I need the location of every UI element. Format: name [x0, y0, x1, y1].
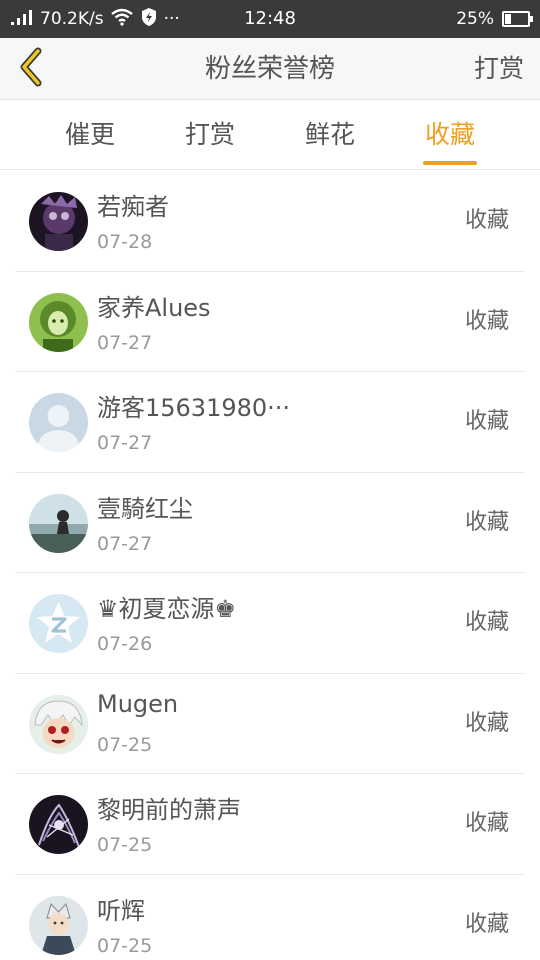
fan-date: 07-25: [97, 834, 153, 856]
fan-list: 若痴者 07-28 收藏 家养Alues 07-27 收藏 游客15631980…: [0, 171, 540, 960]
list-item[interactable]: Mugen 07-25 收藏: [15, 674, 525, 774]
fan-name: ♛初夏恋源♚: [97, 595, 237, 623]
list-item[interactable]: ♛初夏恋源♚ 07-26 收藏: [15, 573, 525, 674]
list-item[interactable]: 若痴者 07-28 收藏: [15, 171, 525, 272]
tab-collect[interactable]: 收藏: [390, 100, 510, 170]
fan-action: 收藏: [464, 409, 509, 434]
list-item[interactable]: 家养Alues 07-27 收藏: [15, 272, 525, 372]
fan-name: 壹騎红尘: [97, 494, 193, 523]
page-title: 粉丝荣誉榜: [204, 54, 335, 84]
fan-action: 收藏: [464, 811, 509, 836]
fan-name: 黎明前的萧声: [97, 796, 241, 824]
avatar: [29, 192, 88, 251]
fan-date: 07-27: [97, 432, 153, 454]
fan-date: 07-26: [97, 633, 153, 655]
tab-urge[interactable]: 催更: [30, 100, 150, 170]
avatar: [29, 694, 88, 754]
active-tab-indicator: [423, 161, 477, 165]
tab-label: 鲜花: [304, 120, 355, 149]
app-header: 粉丝荣誉榜 打赏: [0, 38, 540, 100]
fan-action: 收藏: [464, 911, 509, 937]
fan-date: 07-28: [97, 231, 153, 253]
fan-name: 听辉: [97, 896, 145, 925]
tab-label: 催更: [64, 120, 115, 149]
list-item[interactable]: 壹騎红尘 07-27 收藏: [15, 473, 525, 573]
avatar: [29, 393, 88, 452]
list-item[interactable]: 听辉 07-25 收藏: [15, 875, 525, 960]
list-item[interactable]: 游客15631980··· 07-27 收藏: [15, 372, 525, 473]
fan-name: 家养Alues: [97, 293, 211, 322]
status-bar: 70.2K/s ··· 12:48 25%: [0, 0, 540, 38]
list-item[interactable]: 黎明前的萧声 07-25 收藏: [15, 774, 525, 875]
fan-action: 收藏: [464, 610, 509, 635]
tab-label: 收藏: [424, 120, 475, 149]
status-right: 25%: [456, 0, 533, 38]
tab-bar: 催更 打赏 鲜花 收藏: [0, 100, 540, 170]
fan-action: 收藏: [464, 509, 509, 535]
avatar: [29, 795, 88, 854]
fan-action: 收藏: [464, 308, 509, 334]
fan-date: 07-27: [97, 532, 153, 555]
avatar: [29, 292, 88, 352]
fan-date: 07-27: [97, 331, 153, 354]
fan-date: 07-25: [97, 934, 153, 957]
tab-flowers[interactable]: 鲜花: [270, 100, 390, 170]
chevron-left-icon: [16, 47, 46, 91]
tab-label: 打赏: [184, 120, 235, 149]
back-button[interactable]: [8, 46, 54, 92]
battery-percent: 25%: [456, 9, 494, 29]
fan-name: 若痴者: [97, 193, 169, 221]
fan-name: 游客15631980···: [97, 394, 291, 422]
battery-icon: [502, 11, 533, 27]
avatar: [29, 594, 88, 653]
fan-action: 收藏: [464, 710, 509, 736]
battery-level: [505, 14, 511, 24]
fan-name: Mugen: [97, 689, 179, 718]
reward-button[interactable]: 打赏: [474, 38, 524, 100]
avatar: [29, 493, 88, 553]
fan-date: 07-25: [97, 733, 153, 756]
avatar: [29, 895, 88, 955]
fan-action: 收藏: [464, 208, 509, 233]
tab-reward[interactable]: 打赏: [150, 100, 270, 170]
